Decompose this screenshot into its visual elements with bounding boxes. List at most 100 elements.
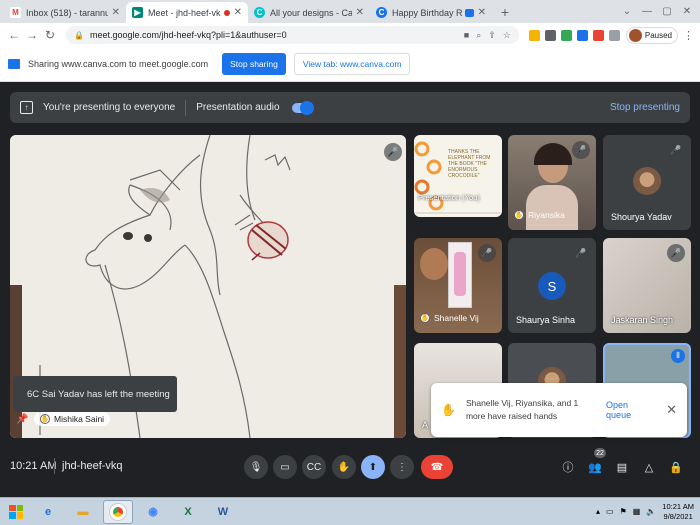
sharing-message: Sharing www.canva.com to meet.google.com: [28, 59, 209, 69]
tab-canva-designs[interactable]: C All your designs - Canva ✕: [248, 2, 370, 23]
avatar: [633, 167, 661, 195]
participant-tile-presentation[interactable]: THANKS THE ELEPHANT FROM THE BOOK "THE E…: [414, 135, 502, 217]
open-queue-button[interactable]: Open queue: [606, 400, 652, 420]
flag-icon[interactable]: ⚑: [620, 507, 627, 516]
stop-presenting-button[interactable]: Stop presenting: [610, 102, 680, 113]
mic-off-icon: 🎤: [572, 244, 590, 262]
raised-hands-message: Shanelle Vij, Riyansika, and 1 more have…: [465, 398, 579, 421]
back-icon[interactable]: ←: [6, 27, 22, 43]
profile-button[interactable]: Paused: [625, 26, 678, 44]
extension-icon[interactable]: [544, 29, 556, 41]
reload-icon[interactable]: ↻: [42, 27, 58, 43]
tab-search-icon[interactable]: ⌄: [620, 4, 634, 18]
close-icon[interactable]: ✕: [478, 7, 486, 18]
sharing-icon: [464, 8, 474, 17]
mic-off-icon: 🎤: [478, 244, 496, 262]
meeting-time: 10:21 AM: [10, 460, 57, 472]
people-icon[interactable]: 👥: [587, 459, 603, 475]
extension-icon[interactable]: [592, 29, 604, 41]
puzzle-icon[interactable]: [608, 29, 620, 41]
tab-meet[interactable]: ▶ Meet - jhd-heef-vkq ✕: [126, 2, 248, 23]
forward-icon[interactable]: →: [24, 27, 40, 43]
gmail-icon: M: [10, 7, 21, 18]
share-icon[interactable]: ⇪: [488, 30, 496, 41]
tab-gmail[interactable]: M Inbox (518) - tarannum@theindi ✕: [4, 2, 126, 23]
video-feed-body: [526, 185, 578, 230]
present-button[interactable]: ⬆: [361, 455, 385, 479]
close-icon[interactable]: ✕: [112, 7, 120, 18]
mic-button[interactable]: 🎙: [244, 455, 268, 479]
presenting-banner: ↑ You're presenting to everyone Presenta…: [10, 92, 690, 123]
windows-start-icon[interactable]: [4, 500, 28, 524]
view-tab-button[interactable]: View tab: www.canva.com: [293, 53, 411, 75]
volume-icon[interactable]: 🔈: [646, 507, 656, 516]
participant-tile[interactable]: 🎤 ✋ Riyansika: [508, 135, 596, 230]
tab-title: All your designs - Canva: [270, 7, 352, 18]
participant-name: Mishika Saini: [54, 414, 105, 424]
new-tab-button[interactable]: +: [496, 3, 514, 21]
windows-taskbar: e ▬ ◉ X W ▴ ▭ ⚑ ▦ 🔈 10:21 AM 9/8/2021: [0, 497, 700, 525]
camera-button[interactable]: ▭: [273, 455, 297, 479]
extension-icon[interactable]: [528, 29, 540, 41]
lock-icon[interactable]: 🔒: [74, 31, 84, 40]
participant-name-chip: ✋ Riyansika: [514, 210, 565, 220]
pin-icon[interactable]: 📌: [16, 414, 28, 425]
taskbar-clock[interactable]: 10:21 AM 9/8/2021: [662, 502, 694, 522]
host-controls-icon[interactable]: 🔒: [668, 459, 684, 475]
browser-toolbar: ← → ↻ 🔒 meet.google.com/jhd-heef-vkq?pli…: [0, 23, 700, 47]
battery-icon[interactable]: ▭: [606, 507, 614, 516]
extension-icon[interactable]: [560, 29, 572, 41]
participant-tile[interactable]: 🎤 Shourya Yadav: [603, 135, 691, 230]
close-icon[interactable]: ✕: [666, 402, 677, 418]
chrome-logo: [110, 503, 126, 520]
raised-hand-icon: ✋: [441, 403, 456, 417]
tab-canva-birthday[interactable]: C Happy Birthday Roald Dahl ✕: [370, 2, 492, 23]
screen-share-icon: [8, 59, 20, 69]
close-icon[interactable]: ✕: [356, 7, 364, 18]
network-icon[interactable]: ▦: [633, 507, 641, 516]
chrome-icon[interactable]: [103, 499, 133, 524]
info-icon[interactable]: ⓘ: [560, 459, 576, 475]
avatar: S: [538, 272, 566, 300]
participant-name: Shanelle Vij: [434, 313, 479, 323]
activities-icon[interactable]: △: [641, 459, 657, 475]
participant-name: Presentation (You): [418, 193, 480, 202]
participant-name-chip: ✋ Shanelle Vij: [420, 313, 479, 323]
presenting-message: You're presenting to everyone: [43, 102, 176, 113]
participant-tile[interactable]: 🎤 Jaskaran Singh: [603, 238, 691, 333]
participant-tile[interactable]: S 🎤 Shaurya Sinha: [508, 238, 596, 333]
bookmark-star-icon[interactable]: ☆: [503, 30, 511, 41]
chrome-alt-icon[interactable]: ◉: [138, 500, 168, 524]
mic-off-icon: 🎤: [572, 141, 590, 159]
recording-dot-icon: [223, 9, 230, 16]
window-close-icon[interactable]: ✕: [680, 4, 694, 18]
camera-permission-icon[interactable]: ■: [464, 30, 469, 41]
canva-icon: C: [376, 7, 387, 18]
chat-icon[interactable]: ▤: [614, 459, 630, 475]
word-icon[interactable]: W: [208, 500, 238, 524]
edge-icon[interactable]: e: [33, 500, 63, 524]
captions-button[interactable]: CC: [302, 455, 326, 479]
more-vert-icon[interactable]: ⋮: [683, 29, 694, 42]
extension-icon[interactable]: [576, 29, 588, 41]
file-explorer-icon[interactable]: ▬: [68, 500, 98, 524]
close-icon[interactable]: ✕: [234, 7, 242, 18]
presentation-audio-toggle[interactable]: [291, 100, 314, 115]
present-icon: ↑: [20, 101, 33, 114]
stop-sharing-button[interactable]: Stop sharing: [222, 53, 286, 75]
address-bar[interactable]: 🔒 meet.google.com/jhd-heef-vkq?pli=1&aut…: [66, 26, 519, 44]
presenter-name-chip: ✋ Mishika Saini: [34, 412, 111, 426]
maximize-icon[interactable]: ▢: [660, 4, 674, 18]
left-meeting-toast: 6C Sai Yadav has left the meeting: [13, 376, 177, 412]
tab-title: Happy Birthday Roald Dahl: [392, 7, 462, 18]
excel-icon[interactable]: X: [173, 500, 203, 524]
more-options-button[interactable]: ⋮: [390, 455, 414, 479]
slide-text: THANKS THE ELEPHANT FROM THE BOOK "THE E…: [448, 149, 491, 179]
raised-hand-icon: ✋: [40, 414, 50, 424]
end-call-button[interactable]: ☎: [421, 455, 453, 479]
tray-arrow-icon[interactable]: ▴: [596, 507, 600, 516]
participant-tile[interactable]: 🎤 ✋ Shanelle Vij: [414, 238, 502, 333]
zoom-icon[interactable]: ⌕: [476, 30, 481, 41]
raise-hand-button[interactable]: ✋: [332, 455, 356, 479]
minimize-icon[interactable]: —: [640, 4, 654, 18]
